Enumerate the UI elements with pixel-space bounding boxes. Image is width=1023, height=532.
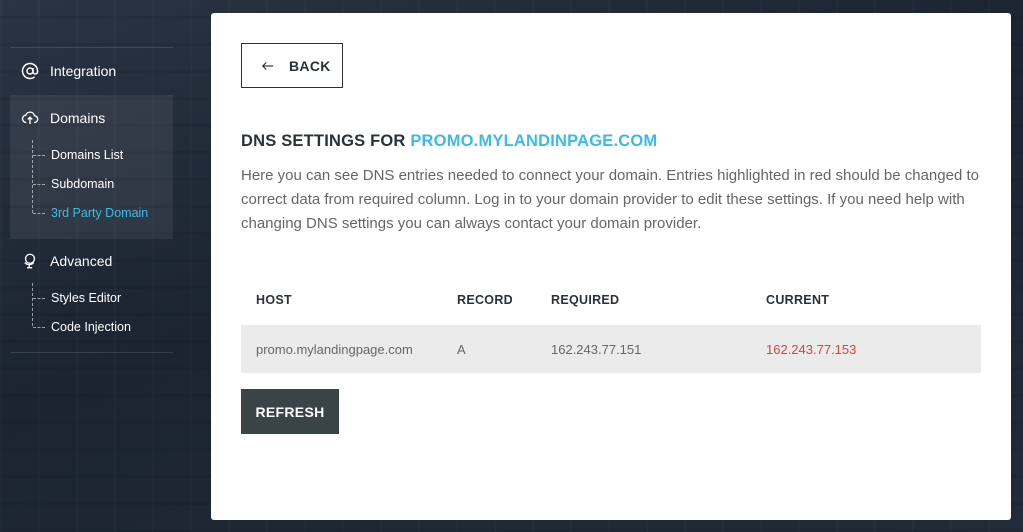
header-required: REQUIRED (551, 292, 620, 307)
dns-settings-panel: BACK DNS SETTINGS FOR PROMO.MYLANDINPAGE… (211, 13, 1011, 520)
sidebar-divider (10, 352, 173, 353)
sidebar-item-label: Advanced (50, 253, 113, 269)
sidebar-item-label: Integration (50, 63, 117, 79)
at-icon (20, 61, 40, 81)
refresh-button[interactable]: REFRESH (241, 389, 339, 434)
tree-tick (33, 298, 45, 299)
dns-table: HOST RECORD REQUIRED CURRENT promo.mylan… (241, 281, 981, 373)
sidebar-subitem-code-injection[interactable]: Code Injection (51, 318, 131, 336)
header-host: HOST (256, 292, 292, 307)
arrow-left-icon (261, 61, 274, 70)
cell-required: 162.243.77.151 (551, 341, 642, 357)
globe-icon (20, 251, 40, 271)
sidebar-subitem-subdomain[interactable]: Subdomain (51, 175, 114, 193)
sidebar-divider (10, 47, 173, 48)
sidebar-item-integration[interactable]: Integration (10, 52, 173, 90)
tree-tick (33, 213, 45, 214)
sidebar-item-label: Domains (50, 110, 106, 126)
back-button[interactable]: BACK (241, 43, 343, 88)
tree-tick (33, 155, 45, 156)
tree-line (32, 140, 33, 213)
cell-record: A (457, 341, 466, 357)
tree-line (32, 283, 33, 326)
tree-tick (33, 327, 45, 328)
table-row: promo.mylandingpage.com A 162.243.77.151… (241, 325, 981, 373)
sidebar-subitem-styles-editor[interactable]: Styles Editor (51, 289, 121, 307)
cell-current: 162.243.77.153 (766, 341, 857, 357)
header-current: CURRENT (766, 292, 830, 307)
tree-tick (33, 184, 45, 185)
page-description: Here you can see DNS entries needed to c… (241, 167, 979, 232)
table-header: HOST RECORD REQUIRED CURRENT (241, 281, 981, 318)
page-title: DNS SETTINGS FOR PROMO.MYLANDINPAGE.COM (241, 132, 657, 151)
sidebar-item-advanced[interactable]: Advanced (10, 242, 173, 280)
header-record: RECORD (457, 292, 513, 307)
cloud-upload-icon (20, 108, 40, 128)
sidebar-subitem-3rd-party-domain[interactable]: 3rd Party Domain (51, 204, 148, 222)
sidebar-item-domains[interactable]: Domains (10, 99, 173, 137)
cell-host: promo.mylandingpage.com (256, 341, 413, 357)
sidebar-subitem-domains-list[interactable]: Domains List (51, 146, 123, 164)
sidebar: Integration Domains Domains List Subdoma… (10, 0, 173, 532)
back-button-label: BACK (289, 57, 331, 74)
title-domain: PROMO.MYLANDINPAGE.COM (410, 132, 658, 150)
title-prefix: DNS SETTINGS FOR (241, 132, 406, 150)
